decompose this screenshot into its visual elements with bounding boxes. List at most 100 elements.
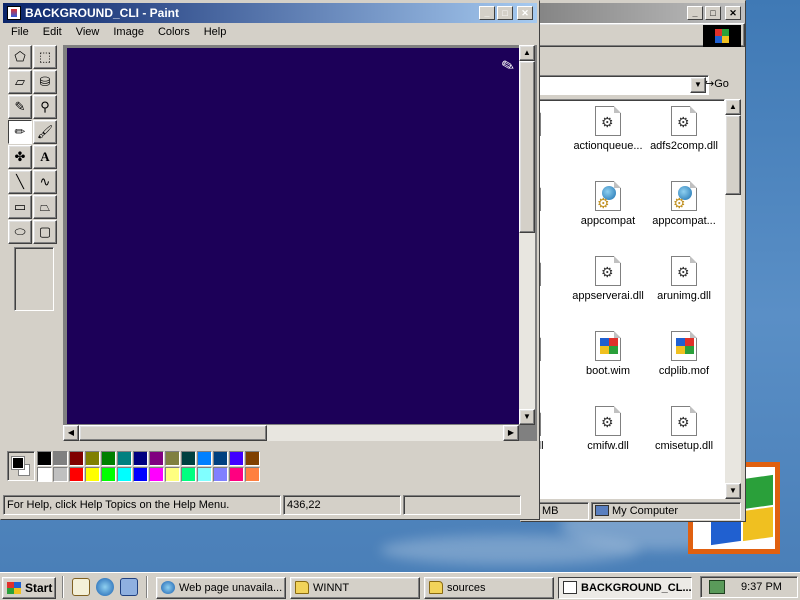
internet-explorer-icon[interactable] [96, 578, 114, 596]
paint-title-bar[interactable]: BACKGROUND_CLI - Paint _ □ ✕ [3, 3, 537, 23]
color-swatch[interactable] [133, 467, 148, 482]
eraser-icon[interactable]: ▱ [8, 70, 32, 94]
task-sources[interactable]: sources [424, 577, 554, 599]
color-swatch[interactable] [165, 467, 180, 482]
color-swatch[interactable] [245, 467, 260, 482]
file-item[interactable]: ⚙ appcompat [568, 181, 648, 227]
tool-options-box[interactable] [14, 247, 54, 311]
polygon-icon[interactable]: ⏢ [33, 195, 57, 219]
task-paint[interactable]: BACKGROUND_CL... [558, 577, 692, 599]
file-item[interactable]: ⚙xml.dll [538, 406, 568, 452]
color-swatch[interactable] [229, 467, 244, 482]
curve-icon[interactable]: ∿ [33, 170, 57, 194]
scroll-down-button[interactable]: ▼ [725, 483, 741, 499]
color-swatch[interactable] [117, 467, 132, 482]
file-item[interactable]: ⚙.dll [538, 331, 568, 377]
menu-help[interactable]: Help [196, 23, 233, 43]
scroll-up-button[interactable]: ▲ [725, 99, 741, 115]
close-button[interactable]: ✕ [517, 6, 533, 20]
file-item[interactable]: ⚙ appcompat... [644, 181, 724, 227]
drawing-canvas[interactable]: ✏ [67, 48, 519, 424]
current-colors[interactable] [7, 451, 35, 481]
color-swatch[interactable] [197, 467, 212, 482]
select-icon[interactable]: ⬚ [33, 45, 57, 69]
vertical-scroll-thumb[interactable] [519, 61, 535, 233]
minimize-button[interactable]: _ [687, 6, 703, 20]
file-item[interactable]: ⚙at_... [538, 256, 568, 302]
network-icon[interactable] [709, 580, 725, 594]
color-swatch[interactable] [69, 467, 84, 482]
file-item[interactable]: ⚙ cmisetup.dll [644, 406, 724, 452]
color-swatch[interactable] [85, 451, 100, 466]
horizontal-scroll-thumb[interactable] [79, 425, 267, 441]
menu-file[interactable]: File [3, 23, 35, 43]
file-item[interactable]: ⚙ arunimg.dll [644, 256, 724, 302]
ellipse-icon[interactable]: ⬭ [8, 220, 32, 244]
text-icon[interactable]: A [33, 145, 57, 169]
color-swatch[interactable] [101, 451, 116, 466]
start-button[interactable]: Start [2, 577, 56, 599]
color-swatch[interactable] [53, 451, 68, 466]
file-item[interactable]: ⚙ actionqueue... [568, 106, 648, 152]
color-swatch[interactable] [213, 467, 228, 482]
color-swatch[interactable] [69, 451, 84, 466]
explorer-title-bar[interactable]: _ □ ✕ [521, 3, 745, 23]
canvas-vertical-scrollbar[interactable]: ▲ ▼ [519, 45, 535, 425]
color-swatch[interactable] [165, 451, 180, 466]
menu-colors[interactable]: Colors [150, 23, 196, 43]
airbrush-icon[interactable]: ✤ [8, 145, 32, 169]
maximize-button[interactable]: □ [705, 6, 721, 20]
color-swatch[interactable] [149, 467, 164, 482]
file-item[interactable]: ✔t [538, 181, 568, 227]
scroll-down-button[interactable]: ▼ [519, 409, 535, 425]
color-swatch[interactable] [149, 451, 164, 466]
color-swatch[interactable] [37, 451, 52, 466]
color-swatch[interactable] [37, 467, 52, 482]
rounded-rectangle-icon[interactable]: ▢ [33, 220, 57, 244]
show-desktop-icon[interactable] [72, 578, 90, 596]
file-item[interactable]: ⚙ cmifw.dll [568, 406, 648, 452]
color-swatch[interactable] [133, 451, 148, 466]
clock[interactable]: 9:37 PM [741, 577, 782, 597]
color-swatch[interactable] [229, 451, 244, 466]
address-bar-input[interactable]: ▼ [537, 75, 709, 95]
minimize-button[interactable]: _ [479, 6, 495, 20]
close-button[interactable]: ✕ [725, 6, 741, 20]
scroll-up-button[interactable]: ▲ [519, 45, 535, 61]
canvas-horizontal-scrollbar[interactable]: ◀ ▶ [63, 425, 519, 441]
free-form-select-icon[interactable]: ⬠ [8, 45, 32, 69]
fill-icon[interactable]: ⛁ [33, 70, 57, 94]
scroll-right-button[interactable]: ▶ [503, 425, 519, 441]
color-swatch[interactable] [245, 451, 260, 466]
color-swatch[interactable] [181, 467, 196, 482]
color-swatch[interactable] [197, 451, 212, 466]
color-swatch[interactable] [117, 451, 132, 466]
menu-edit[interactable]: Edit [35, 23, 68, 43]
color-swatch[interactable] [181, 451, 196, 466]
file-item[interactable]: ⚙ adfs2comp.dll [644, 106, 724, 152]
color-swatch[interactable] [101, 467, 116, 482]
line-icon[interactable]: ╲ [8, 170, 32, 194]
rectangle-icon[interactable]: ▭ [8, 195, 32, 219]
brush-icon[interactable]: 🖌 [33, 120, 57, 144]
menu-view[interactable]: View [68, 23, 106, 43]
go-button[interactable]: ↪Go [701, 75, 741, 95]
color-swatch[interactable] [85, 467, 100, 482]
task-web-page[interactable]: Web page unavaila... [156, 577, 286, 599]
menu-image[interactable]: Image [105, 23, 150, 43]
scroll-left-button[interactable]: ◀ [63, 425, 79, 441]
color-picker-icon[interactable]: ✎ [8, 95, 32, 119]
task-winnt[interactable]: WINNT [290, 577, 420, 599]
scroll-thumb[interactable] [725, 115, 741, 195]
file-item[interactable]: cdplib.mof [644, 331, 724, 377]
file-item[interactable]: boot.wim [568, 331, 648, 377]
maximize-button[interactable]: □ [497, 6, 513, 20]
magnifier-icon[interactable]: ⚲ [33, 95, 57, 119]
pencil-icon[interactable]: ✏ [8, 120, 32, 144]
color-swatch[interactable] [213, 451, 228, 466]
color-swatch[interactable] [53, 467, 68, 482]
file-item[interactable]: ⚙.dll [538, 106, 568, 152]
file-item[interactable]: ⚙ appserverai.dll [568, 256, 648, 302]
outlook-express-icon[interactable] [120, 578, 138, 596]
explorer-vertical-scrollbar[interactable]: ▲ ▼ [725, 99, 741, 499]
